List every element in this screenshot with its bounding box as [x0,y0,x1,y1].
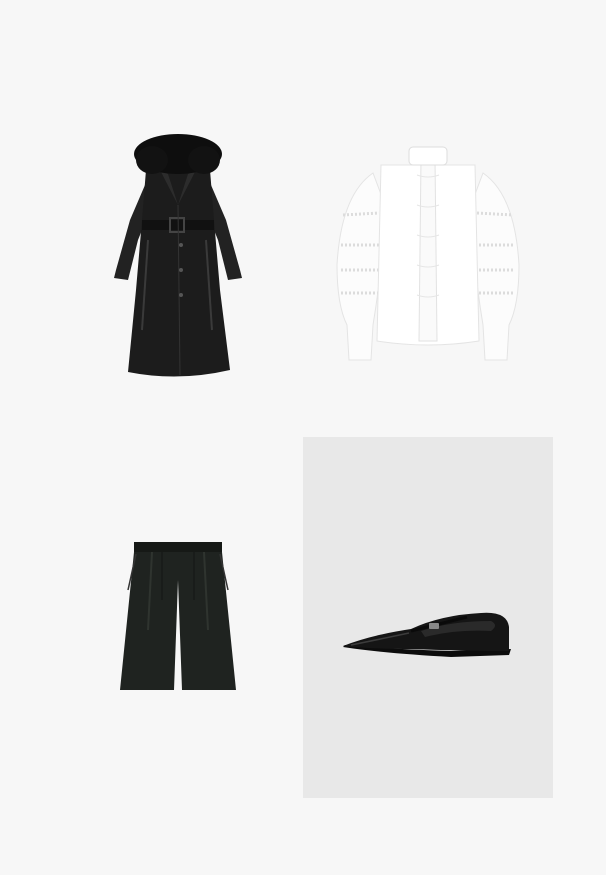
bermuda-shorts-icon [120,542,236,690]
mary-jane-flat-image[interactable] [341,605,513,665]
leather-coat-image[interactable] [108,130,248,380]
white-blouse-image[interactable] [333,145,523,367]
mary-jane-flat-icon [343,612,511,657]
black-shorts-image[interactable] [118,540,238,692]
leather-coat-icon [114,134,242,377]
shoe-panel [303,437,553,798]
white-blouse-icon [336,146,520,361]
